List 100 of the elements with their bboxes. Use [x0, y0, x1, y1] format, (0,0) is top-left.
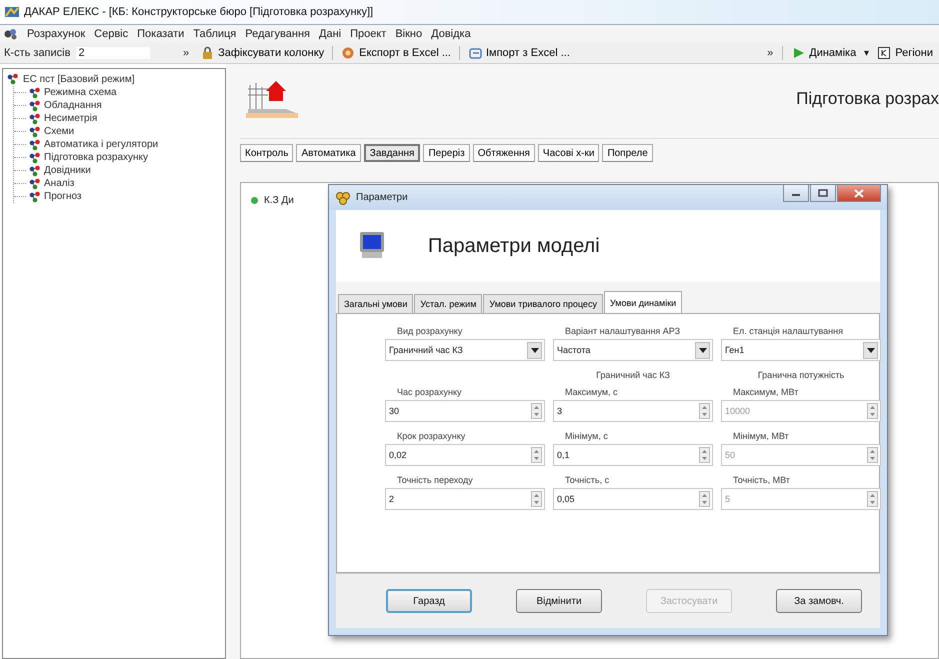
frame-icon: [468, 46, 482, 60]
caret-icon: [698, 348, 706, 352]
gears-icon: [335, 190, 351, 204]
tab[interactable]: Загальні умови: [338, 294, 414, 313]
spinner-icon[interactable]: [531, 447, 542, 463]
menu-item[interactable]: Вікно: [395, 28, 422, 40]
network-icon: [29, 190, 41, 202]
tab[interactable]: Устал. режим: [414, 294, 482, 313]
spin-field[interactable]: 2: [385, 488, 545, 510]
spin-field[interactable]: 3: [553, 400, 713, 422]
network-icon: [29, 86, 41, 98]
tree-item[interactable]: ЕС пст [Базовий режим]: [23, 74, 134, 84]
field-label: Мінімум, МВт: [732, 431, 790, 441]
dynamics-button[interactable]: Динаміка: [789, 44, 858, 62]
field-label: Максимум, с: [564, 387, 619, 397]
tab[interactable]: Контроль: [240, 144, 294, 162]
k-square-icon: [877, 46, 892, 60]
menu-item[interactable]: Проект: [350, 28, 386, 40]
toolbar-button[interactable]: Зафіксувати колонку: [198, 44, 326, 62]
field-label: Точність, МВт: [732, 475, 791, 485]
spinner-icon[interactable]: [699, 491, 710, 507]
menu-item[interactable]: Редагування: [245, 28, 310, 40]
network-icon: [29, 112, 41, 124]
tree-item[interactable]: Несиметрія: [44, 113, 98, 124]
dropdown[interactable]: Частота: [553, 339, 713, 361]
field-label: Точність переходу: [396, 475, 474, 485]
field-label: Максимум, МВт: [732, 387, 800, 397]
tree-item[interactable]: Автоматика і регулятори: [44, 139, 158, 150]
spin-field[interactable]: 0,02: [385, 444, 545, 466]
toolbar-button[interactable]: Регіони: [875, 44, 935, 62]
caret-icon: [866, 348, 874, 352]
menu-item[interactable]: Довідка: [431, 28, 471, 40]
menu-item[interactable]: Дані: [319, 28, 342, 40]
dropdown[interactable]: Граничний час КЗ: [385, 339, 545, 361]
tab[interactable]: Переріз: [423, 144, 470, 162]
dialog-button[interactable]: За замовч.: [776, 589, 862, 613]
group-caption: Гранична потужність: [758, 370, 844, 380]
tab[interactable]: Автоматика: [296, 144, 361, 162]
overflow-button[interactable]: »: [764, 47, 776, 59]
list-item[interactable]: К.З Ди: [264, 195, 294, 206]
minimize-button[interactable]: [783, 185, 809, 202]
spinner-icon[interactable]: [531, 491, 542, 507]
page-title: Підготовка розрах: [796, 89, 939, 109]
menu-item[interactable]: Показати: [137, 28, 184, 40]
tab[interactable]: Умови динаміки: [604, 291, 682, 313]
disc-icon: [341, 46, 356, 60]
tree-item[interactable]: Прогноз: [44, 191, 82, 202]
network-icon: [29, 100, 41, 112]
records-label: К-сть записів: [4, 47, 70, 59]
dialog-button[interactable]: Відмінити: [516, 589, 602, 613]
field-label: Ел. станція налаштування: [732, 326, 844, 336]
field-label: Вид розрахунку: [396, 326, 464, 336]
tab[interactable]: Умови тривалого процесу: [483, 294, 603, 313]
records-value: 2: [76, 47, 150, 59]
tree-item[interactable]: Обладнання: [44, 100, 102, 111]
field-label: Варіант налаштування АРЗ: [564, 326, 682, 336]
toolbar-button[interactable]: Імпорт з Excel ...: [466, 44, 572, 62]
spinner-icon[interactable]: [531, 403, 542, 419]
group-caption: Граничний час КЗ: [596, 370, 670, 380]
menu-item[interactable]: Сервіс: [94, 28, 128, 40]
spinner-icon[interactable]: [699, 403, 710, 419]
dialog-button[interactable]: Гаразд: [386, 589, 472, 613]
dropdown-caret[interactable]: ▾: [864, 47, 870, 59]
tree-item[interactable]: Режимна схема: [44, 87, 117, 98]
lock-icon: [200, 46, 214, 60]
overflow-button[interactable]: »: [180, 47, 192, 59]
app-icon: [4, 5, 20, 19]
menu-app-icon[interactable]: [4, 28, 18, 40]
dialog-heading: Параметри моделі: [428, 234, 600, 258]
network-icon: [7, 73, 19, 85]
field-label: Мінімум, с: [564, 431, 609, 441]
tab[interactable]: Попреле: [602, 144, 653, 162]
tree-item[interactable]: Підготовка розрахунку: [44, 152, 148, 163]
network-icon: [29, 164, 41, 176]
dropdown[interactable]: Ген1: [721, 339, 881, 361]
spin-field[interactable]: 30: [385, 400, 545, 422]
spin-field[interactable]: 0,05: [553, 488, 713, 510]
spin-field[interactable]: 0,1: [553, 444, 713, 466]
field-label: Точність, с: [564, 475, 610, 485]
maximize-button[interactable]: [810, 185, 836, 202]
field-label: Крок розрахунку: [396, 431, 466, 441]
tab[interactable]: Обтяження: [472, 144, 535, 162]
caret-icon: [530, 348, 538, 352]
toolbar-button[interactable]: Експорт в Excel ...: [339, 44, 453, 62]
dialog-title: Параметри: [356, 192, 408, 203]
network-icon: [29, 126, 41, 138]
building-logo-icon: [246, 79, 298, 119]
tree-item[interactable]: Аналіз: [44, 178, 74, 189]
close-button[interactable]: [837, 185, 881, 202]
records-field[interactable]: К-сть записів 2: [4, 45, 174, 61]
tab[interactable]: Часові х-ки: [538, 144, 600, 162]
tab[interactable]: Завдання: [364, 144, 420, 162]
tree-item[interactable]: Довідники: [44, 165, 91, 176]
spinner-icon[interactable]: [699, 447, 710, 463]
network-icon: [29, 138, 41, 150]
menu-item[interactable]: Таблиця: [193, 28, 236, 40]
field-label: Час розрахунку: [396, 387, 463, 397]
menu-item[interactable]: Розрахунок: [27, 28, 86, 40]
tree-item[interactable]: Схеми: [44, 126, 74, 137]
window-title: ДАКАР ЕЛЕКС - [КБ: Конструкторське бюро [Підготовка розрахунку]]: [24, 6, 374, 18]
